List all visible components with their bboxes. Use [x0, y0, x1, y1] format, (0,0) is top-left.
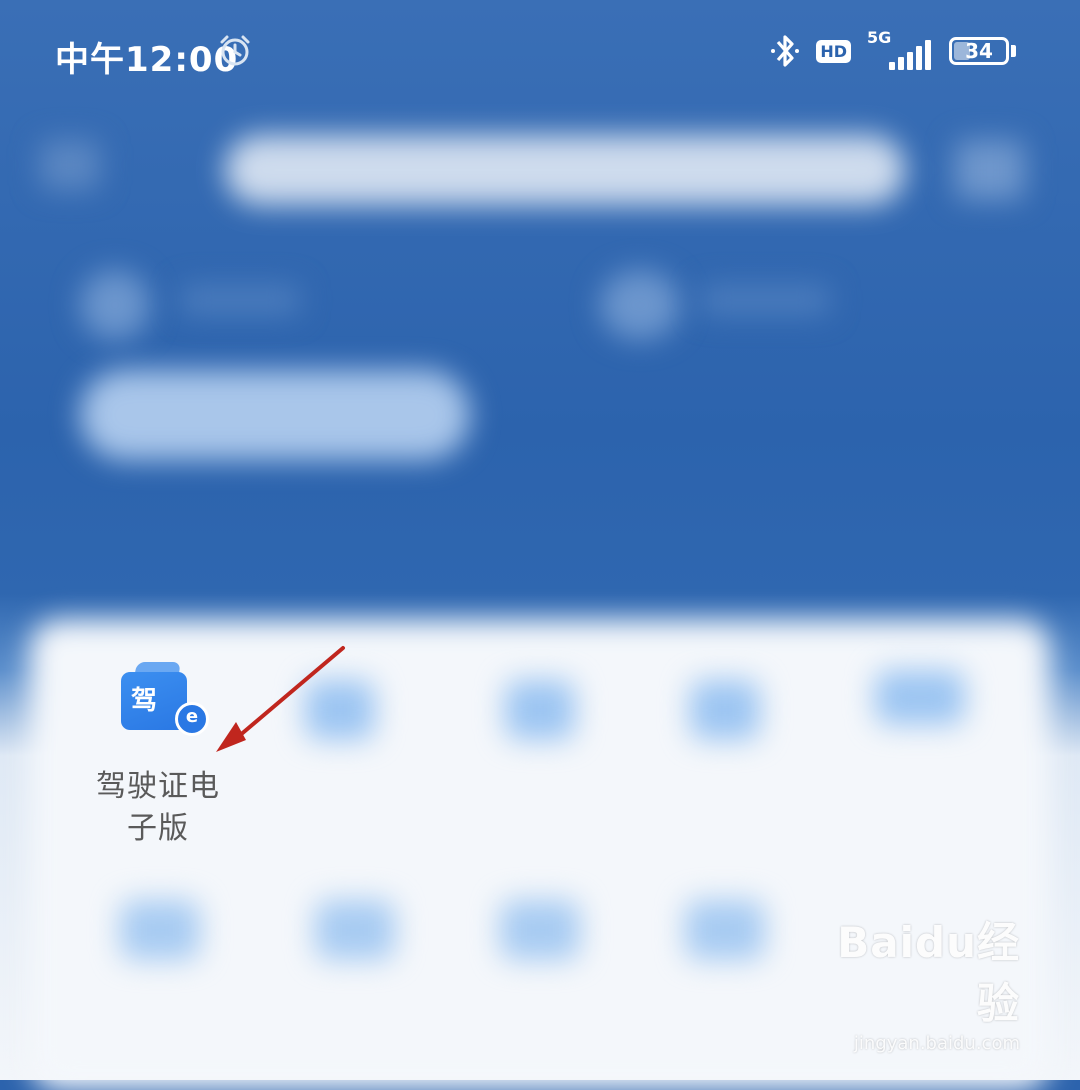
blurred-app-icon: [685, 900, 765, 960]
blurred-text-left: [180, 285, 300, 315]
network-type-label: 5G: [867, 28, 892, 47]
baidu-watermark: Baidu经验 jingyan.baidu.com: [820, 909, 1020, 1054]
signal-bars: [889, 40, 931, 70]
drivers-license-icon[interactable]: 驾 e: [113, 662, 209, 742]
battery-icon: 34: [949, 37, 1009, 65]
blurred-app-icon: [120, 900, 200, 960]
electronic-badge-icon: e: [175, 702, 209, 736]
blurred-app-icon: [500, 900, 580, 960]
blurred-text-right: [700, 285, 830, 315]
blurred-app-icon: [875, 670, 965, 725]
hd-voice-badge: HD: [816, 39, 851, 63]
alarm-icon: [220, 35, 250, 66]
blurred-icon-topleft: [40, 140, 100, 190]
blurred-icon-topright: [955, 140, 1025, 200]
status-time: 中午12:00: [55, 40, 239, 80]
blurred-avatar-left: [80, 270, 150, 340]
status-icons: HD 5G 34: [768, 28, 1016, 72]
blurred-app-icon: [505, 680, 575, 740]
blurred-app-icon: [305, 680, 375, 740]
baidu-logo: Baidu经验: [837, 918, 1020, 1028]
blurred-pill-button: [80, 370, 470, 460]
baidu-url: jingyan.baidu.com: [853, 1033, 1020, 1054]
drivers-license-app-label: 驾驶证电 子版: [96, 769, 220, 846]
blurred-search-bar: [225, 135, 905, 205]
blurred-avatar-right: [600, 270, 680, 340]
battery-level: 34: [965, 39, 993, 63]
signal-icon: 5G: [865, 28, 935, 72]
status-bar: 中午12:00 HD 5G 34: [0, 0, 1080, 105]
bluetooth-icon: [771, 35, 800, 67]
blurred-app-icon: [315, 900, 395, 960]
blurred-app-icon: [690, 680, 760, 740]
battery-cap: [1011, 45, 1016, 57]
drivers-license-app[interactable]: 驾 e 驾驶证电 子版: [78, 662, 238, 850]
